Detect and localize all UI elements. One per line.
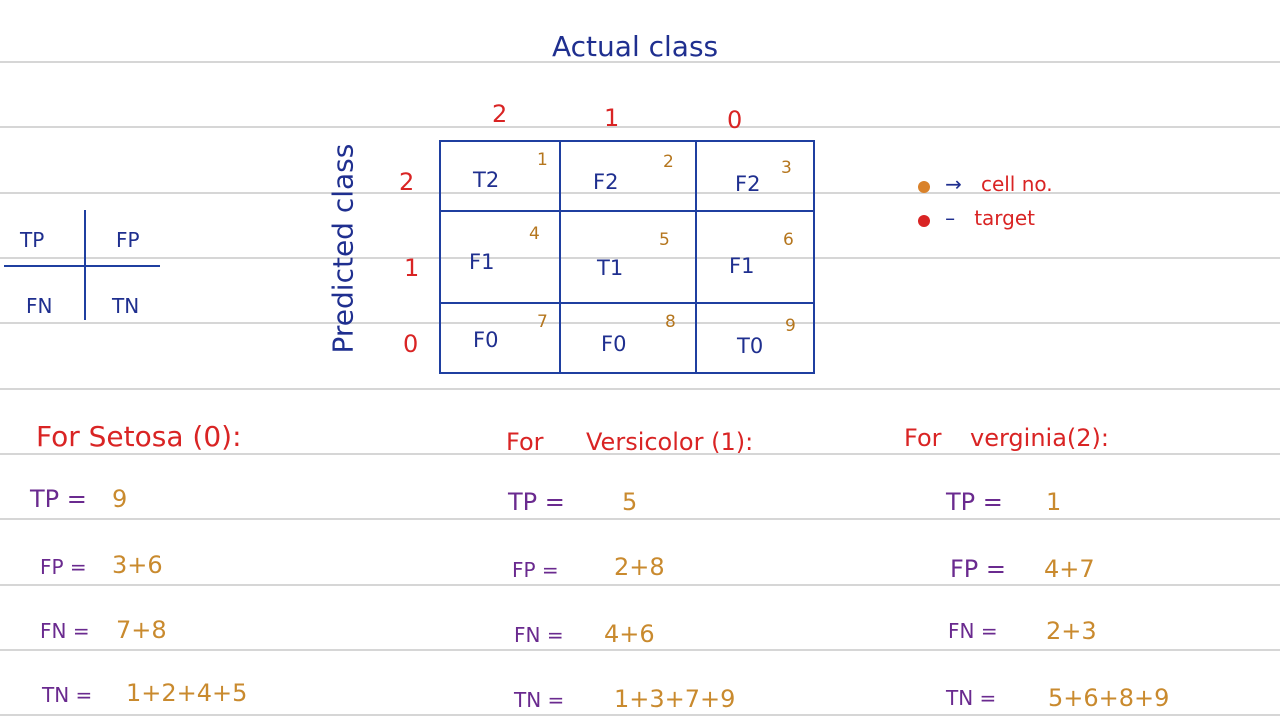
matrix-cell-2: F2 2 [561, 142, 695, 210]
versicolor-fp-label: FP = [512, 558, 559, 582]
matrix-cell-5: T1 5 [561, 212, 695, 302]
mini-fp: FP [116, 228, 140, 252]
versicolor-fp-value: 2+8 [614, 553, 665, 581]
matrix-cell-4: F1 4 [441, 212, 559, 302]
confusion-matrix: T2 1 F2 2 F2 3 F1 4 T1 5 F1 6 F0 7 F0 8 … [439, 140, 815, 374]
setosa-fn-value: 7+8 [116, 616, 167, 644]
ruled-line [0, 584, 1280, 586]
cell-number: 4 [529, 224, 540, 244]
matrix-cell-8: F0 8 [561, 304, 695, 374]
setosa-fp-label: FP = [40, 555, 87, 579]
matrix-cell-6: F1 6 [697, 212, 815, 302]
mini-matrix-divider [84, 210, 86, 320]
verginia-fp-label: FP = [950, 555, 1007, 583]
section-title-verginia: verginia(2): [970, 424, 1109, 452]
section-title-prefix-verginia: For [904, 424, 942, 452]
section-title-versicolor: Versicolor (1): [586, 428, 754, 456]
actual-header-2: 2 [492, 100, 508, 128]
mini-fn: FN [26, 294, 53, 318]
legend-cell-number: → cell no. [918, 172, 1053, 196]
versicolor-tp-label: TP = [508, 488, 565, 516]
verginia-fp-value: 4+7 [1044, 555, 1095, 583]
actual-header-1: 1 [604, 104, 620, 132]
setosa-tp-label: TP = [30, 485, 87, 513]
cell-label: F1 [469, 250, 495, 274]
setosa-fp-value: 3+6 [112, 551, 163, 579]
versicolor-tn-value: 1+3+7+9 [614, 685, 736, 713]
mini-tp: TP [20, 228, 45, 252]
versicolor-tn-label: TN = [514, 688, 565, 712]
section-title-setosa: For Setosa (0): [36, 420, 242, 453]
orange-dot-icon [918, 180, 930, 193]
matrix-cell-1: T2 1 [441, 142, 559, 210]
cell-label: T0 [737, 334, 764, 358]
cell-label: F1 [729, 254, 755, 278]
verginia-tn-label: TN = [946, 686, 997, 710]
ruled-line [0, 714, 1280, 716]
legend-arrow: – [945, 206, 956, 230]
verginia-tp-label: TP = [946, 488, 1003, 516]
versicolor-fn-label: FN = [514, 623, 564, 647]
matrix-cell-3: F2 3 [697, 142, 815, 210]
verginia-tp-value: 1 [1046, 488, 1062, 516]
ruled-line [0, 388, 1280, 390]
cell-label: T2 [473, 168, 500, 192]
verginia-tn-value: 5+6+8+9 [1048, 684, 1170, 712]
cell-label: T1 [597, 256, 624, 280]
predicted-header-2: 2 [399, 168, 415, 196]
ruled-line [0, 649, 1280, 651]
setosa-tp-value: 9 [112, 485, 128, 513]
cell-number: 6 [783, 230, 794, 250]
predicted-class-title: Predicted class [326, 143, 360, 354]
actual-header-0: 0 [727, 106, 743, 134]
legend-text: cell no. [980, 172, 1053, 196]
cell-label: F0 [473, 328, 499, 352]
red-dot-icon [918, 214, 930, 227]
cell-label: F2 [735, 172, 761, 196]
cell-number: 8 [665, 312, 676, 332]
cell-number: 3 [781, 158, 792, 178]
cell-number: 5 [659, 230, 670, 250]
cell-number: 7 [537, 312, 548, 332]
predicted-header-0: 0 [403, 330, 419, 358]
legend-target: – target [918, 206, 1035, 230]
matrix-cell-7: F0 7 [441, 304, 559, 374]
setosa-tn-value: 1+2+4+5 [126, 679, 248, 707]
matrix-cell-9: T0 9 [697, 304, 815, 374]
cell-number: 2 [663, 152, 674, 172]
verginia-fn-label: FN = [948, 619, 998, 643]
cell-number: 9 [785, 316, 796, 336]
mini-tn: TN [112, 294, 140, 318]
section-title-prefix-versicolor: For [506, 428, 544, 456]
ruled-line [0, 126, 1280, 128]
versicolor-tp-value: 5 [622, 488, 638, 516]
predicted-header-1: 1 [404, 254, 420, 282]
legend-text: target [974, 206, 1035, 230]
setosa-tn-label: TN = [42, 683, 93, 707]
ruled-line [0, 518, 1280, 520]
cell-number: 1 [537, 150, 548, 170]
mini-matrix-divider [4, 265, 160, 267]
setosa-fn-label: FN = [40, 619, 90, 643]
verginia-fn-value: 2+3 [1046, 617, 1097, 645]
legend-arrow: → [945, 172, 962, 196]
cell-label: F2 [593, 170, 619, 194]
versicolor-fn-value: 4+6 [604, 620, 655, 648]
actual-class-title: Actual class [552, 30, 719, 63]
cell-label: F0 [601, 332, 627, 356]
